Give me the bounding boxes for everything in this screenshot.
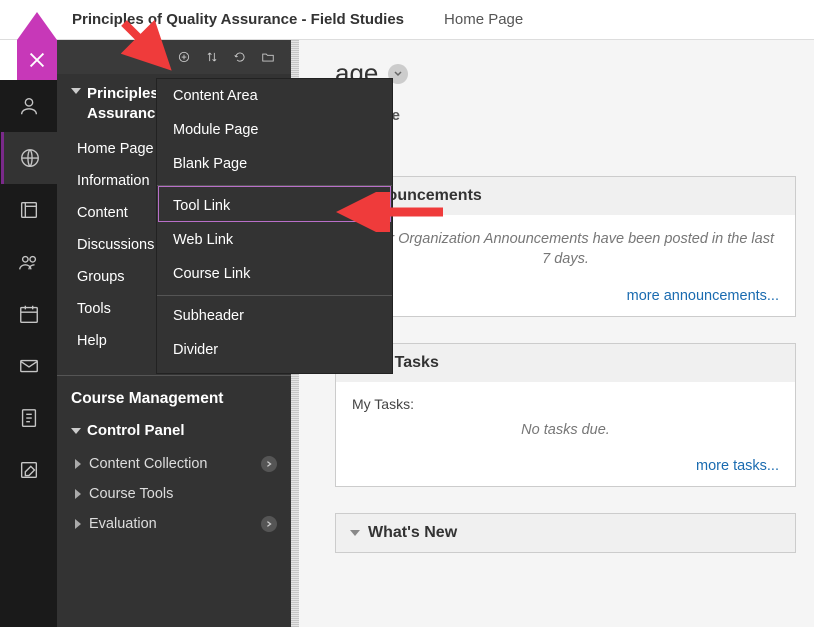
book-icon <box>18 199 40 221</box>
rail-schedule[interactable] <box>1 288 57 340</box>
add-course-module[interactable]: e Module <box>335 107 796 124</box>
chevron-right-icon <box>75 459 81 469</box>
chevron-down-icon <box>350 530 360 536</box>
cp-evaluation[interactable]: Evaluation <box>57 509 291 539</box>
menu-blank-page[interactable]: Blank Page <box>157 147 392 181</box>
updown-icon <box>205 50 219 64</box>
tasks-empty: No tasks due. <box>352 420 779 440</box>
divider <box>57 375 291 376</box>
announcements-empty: rse or Organization Announcements have b… <box>352 229 779 270</box>
whatsnew-card: What's New <box>335 513 796 553</box>
go-icon <box>261 456 277 472</box>
chevron-right-icon <box>75 519 81 529</box>
close-icon <box>26 49 48 71</box>
course-management-header: Course Management <box>57 390 291 422</box>
rail-edit[interactable] <box>1 444 57 496</box>
annotation-arrow-2 <box>333 192 453 232</box>
doc-icon <box>18 407 40 429</box>
annotation-arrow-1 <box>116 15 186 85</box>
chevron-down-icon <box>71 88 81 94</box>
refresh-icon <box>233 50 247 64</box>
globe-icon <box>19 147 41 169</box>
folder-icon <box>261 50 275 64</box>
close-button[interactable] <box>17 40 57 80</box>
user-icon <box>18 95 40 117</box>
cp-course-tools[interactable]: Course Tools <box>57 479 291 509</box>
edit-icon <box>18 459 40 481</box>
chevron-right-icon <box>75 489 81 499</box>
refresh-button[interactable] <box>227 44 253 70</box>
menu-divider[interactable]: Divider <box>157 333 392 367</box>
go-icon <box>261 516 277 532</box>
whatsnew-header[interactable]: What's New <box>336 514 795 552</box>
more-announcements-link[interactable]: more announcements... <box>336 284 795 316</box>
tasks-label: My Tasks: <box>352 396 779 412</box>
menu-module-page[interactable]: Module Page <box>157 113 392 147</box>
menu-content-area[interactable]: Content Area <box>157 79 392 113</box>
page-title-row: age <box>335 58 796 89</box>
rail-courses[interactable] <box>1 132 57 184</box>
rail-mail[interactable] <box>1 340 57 392</box>
rail-calendar[interactable] <box>1 184 57 236</box>
left-rail <box>0 80 57 627</box>
people-icon <box>18 251 40 273</box>
cp-content-collection[interactable]: Content Collection <box>57 449 291 479</box>
tasks-card: My Tasks My Tasks: No tasks due. more ta… <box>335 343 796 487</box>
more-tasks-link[interactable]: more tasks... <box>336 454 795 486</box>
breadcrumb-home[interactable]: Home Page <box>444 11 523 28</box>
menu-course-link[interactable]: Course Link <box>157 257 392 291</box>
rail-docs[interactable] <box>1 392 57 444</box>
menu-subheader[interactable]: Subheader <box>157 295 392 333</box>
chevron-down-icon <box>71 428 81 434</box>
rail-community[interactable] <box>1 236 57 288</box>
folder-button[interactable] <box>255 44 281 70</box>
reorder-button[interactable] <box>199 44 225 70</box>
control-panel-header[interactable]: Control Panel <box>57 422 291 449</box>
control-panel-list: Content Collection Course Tools Evaluati… <box>57 449 291 539</box>
mail-icon <box>18 355 40 377</box>
rail-profile[interactable] <box>1 80 57 132</box>
calendar-icon <box>18 303 40 325</box>
tasks-header[interactable]: My Tasks <box>336 344 795 382</box>
